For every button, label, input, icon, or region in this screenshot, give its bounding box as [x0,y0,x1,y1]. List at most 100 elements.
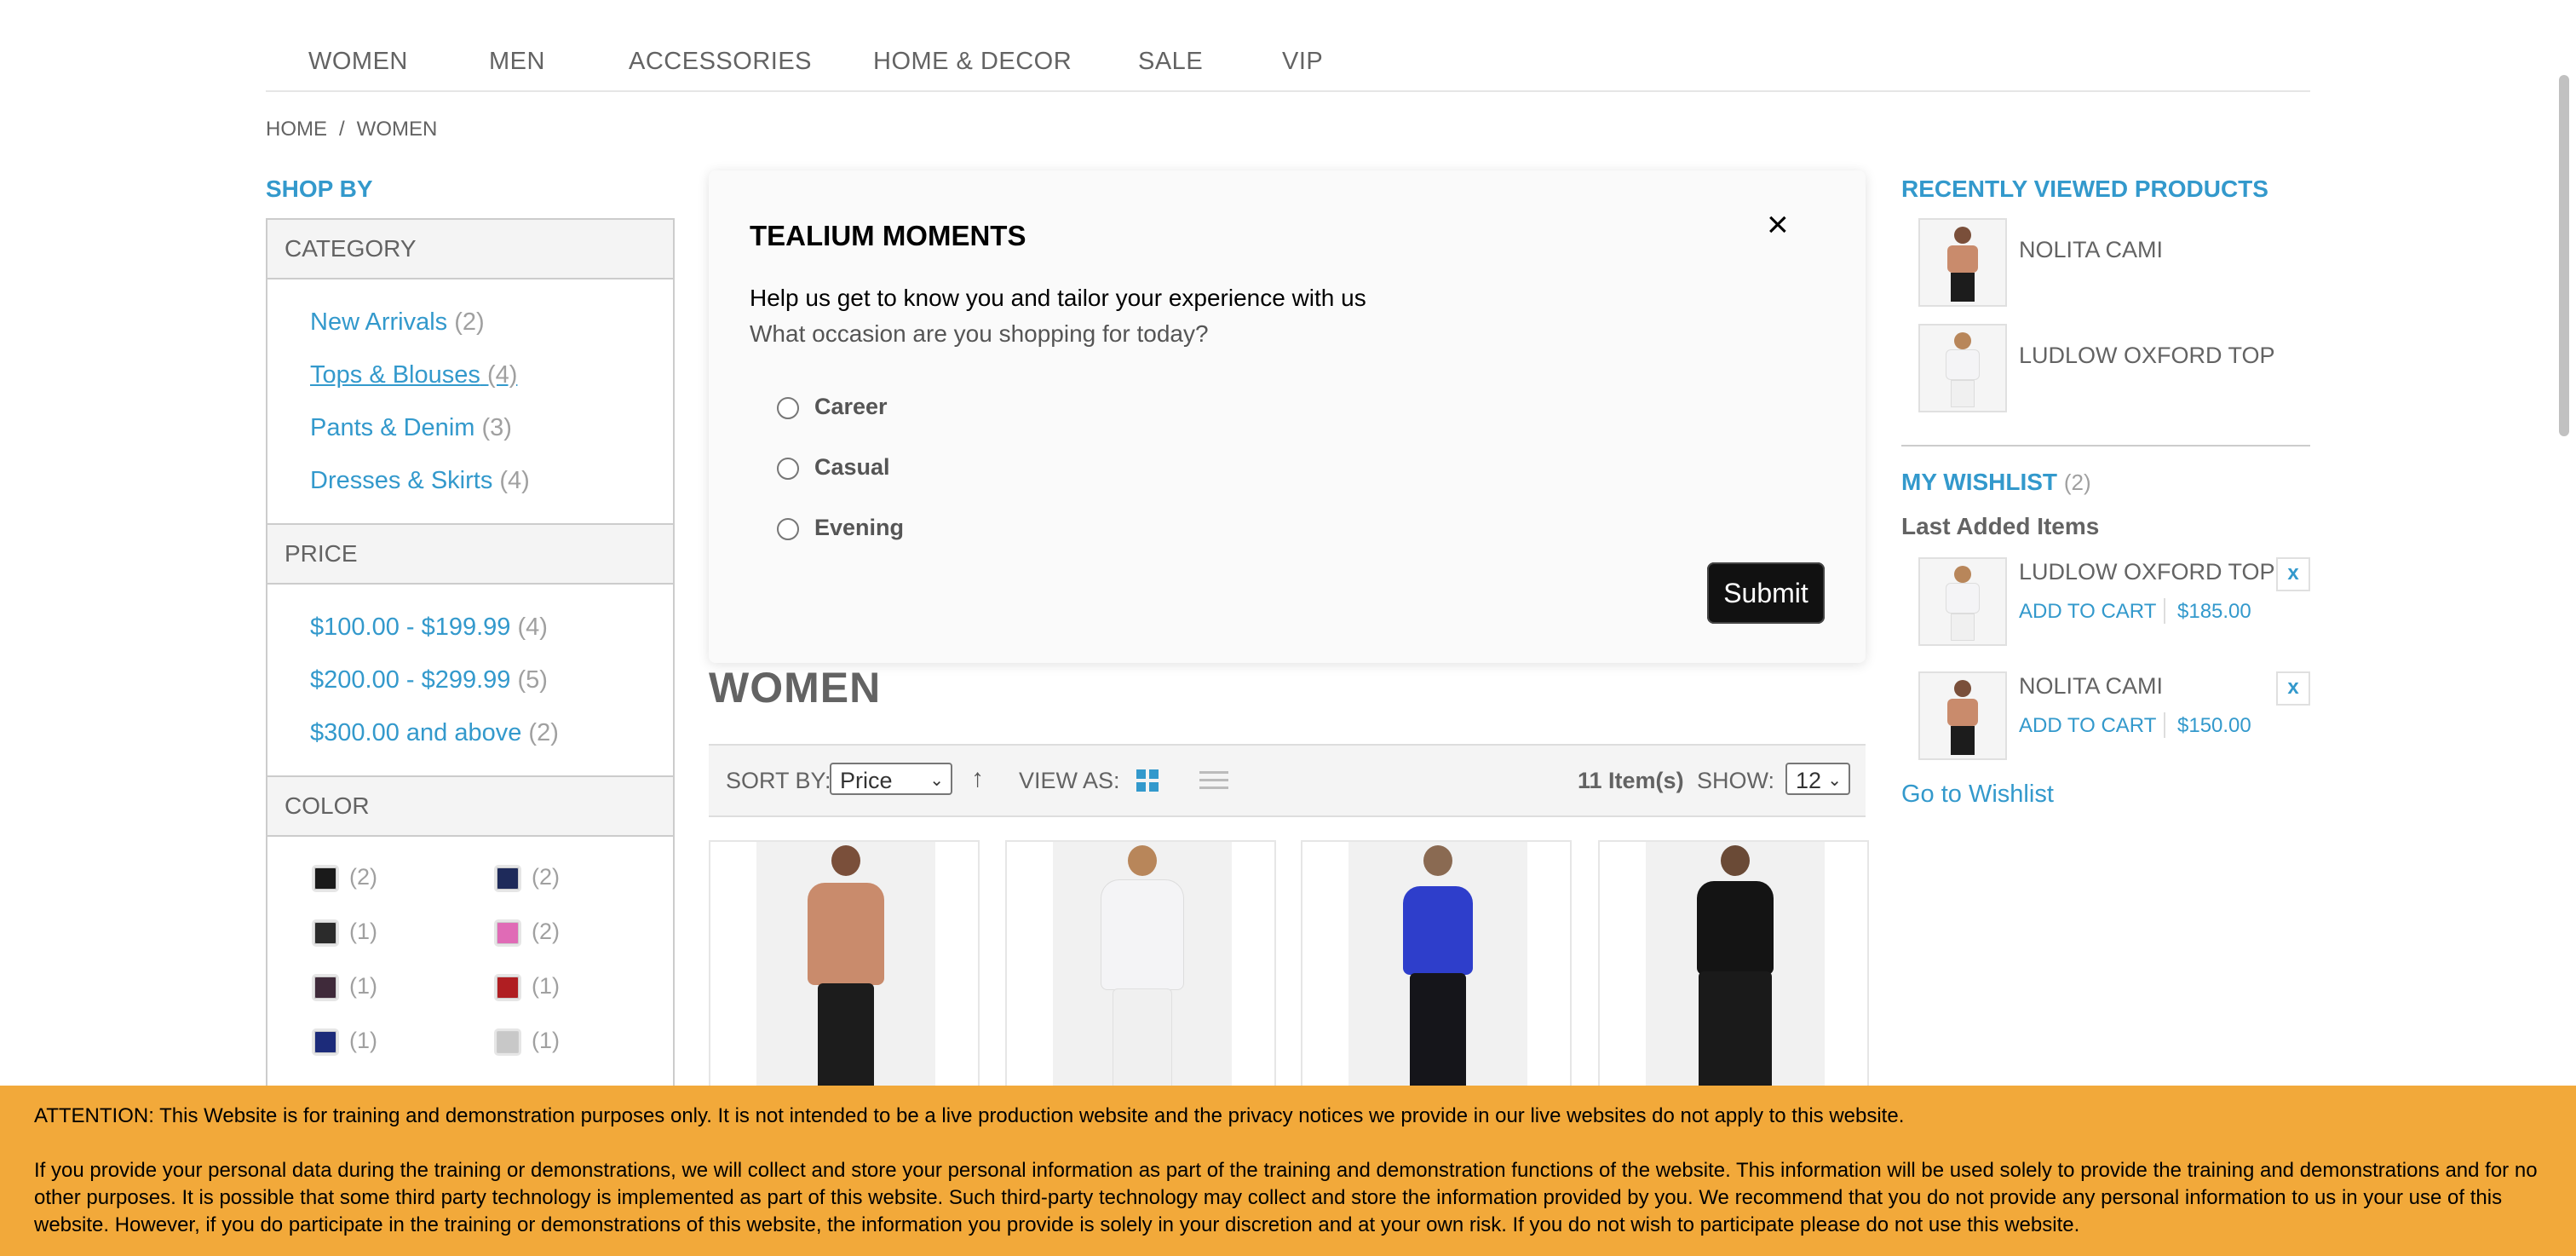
filter-count: (5) [517,666,548,694]
filter-price-300-plus[interactable]: $300.00 and above (2) [310,719,559,747]
color-swatch[interactable]: (1) [494,1028,560,1056]
filter-label: Tops & Blouses [310,361,480,389]
wishlist-item-name[interactable]: LUDLOW OXFORD TOP [2019,559,2275,585]
add-to-cart-link[interactable]: ADD TO CART [2019,714,2156,738]
radio-button[interactable] [777,457,799,480]
color-swatch[interactable]: (1) [312,919,377,947]
show-select[interactable]: 12 ⌄ [1785,763,1850,795]
recently-viewed-thumb[interactable] [1918,324,2007,412]
filter-count: (4) [486,361,518,389]
sort-value: Price [840,768,893,793]
notice-line-1: ATTENTION: This Website is for training … [34,1104,1905,1127]
swatch-count: (2) [532,919,560,944]
breadcrumb: HOME / WOMEN [266,118,437,141]
nav-women[interactable]: WOMEN [308,48,408,76]
color-swatch[interactable]: (2) [494,864,560,892]
nav-accessories[interactable]: ACCESSORIES [629,48,812,76]
recently-viewed-title: RECENTLY VIEWED PRODUCTS [1901,176,2268,202]
list-view-icon[interactable] [1198,768,1230,793]
color-heading[interactable]: COLOR [267,775,673,837]
wishlist-subtitle: Last Added Items [1901,513,2100,539]
view-as-label: VIEW AS: [1019,768,1120,793]
sort-select[interactable]: Price ⌄ [830,763,952,795]
color-swatch[interactable]: (1) [312,1028,377,1056]
swatch-count: (1) [349,919,377,944]
grid-view-icon[interactable] [1135,768,1160,793]
filter-new-arrivals[interactable]: New Arrivals (2) [310,308,485,337]
option-career[interactable]: Career [777,394,888,420]
option-label: Casual [814,454,890,480]
close-icon[interactable]: × [1767,206,1789,244]
scrollbar[interactable] [2559,75,2569,436]
product-card[interactable] [1598,840,1869,1099]
divider [1901,445,2310,447]
color-swatch[interactable]: (2) [494,919,560,947]
go-to-wishlist-link[interactable]: Go to Wishlist [1901,781,2054,809]
remove-button[interactable]: x [2276,557,2310,591]
price-heading[interactable]: PRICE [267,523,673,585]
remove-button[interactable]: x [2276,671,2310,706]
filter-tops-blouses[interactable]: Tops & Blouses (4) [310,361,517,389]
modal-question: What occasion are you shopping for today… [750,320,1209,347]
product-image[interactable] [1053,842,1232,1098]
wishlist-item-price: $150.00 [2177,714,2251,737]
filter-label: $100.00 - $199.99 [310,614,511,641]
color-swatch[interactable]: (1) [312,973,377,1001]
product-card[interactable] [1301,840,1572,1099]
option-evening[interactable]: Evening [777,515,904,541]
color-swatch[interactable]: (2) [312,864,377,892]
swatch-chip [494,919,521,947]
wishlist-item-name[interactable]: NOLITA CAMI [2019,673,2163,700]
wishlist-thumb[interactable] [1918,671,2007,760]
recently-viewed-name[interactable]: LUDLOW OXFORD TOP [2019,343,2275,369]
wishlist-title[interactable]: MY WISHLIST [1901,469,2057,495]
swatch-count: (1) [349,973,377,999]
add-to-cart-link[interactable]: ADD TO CART [2019,600,2156,624]
wishlist-thumb[interactable] [1918,557,2007,646]
divider [2164,712,2165,738]
product-card[interactable] [1005,840,1276,1099]
option-casual[interactable]: Casual [777,454,890,481]
filter-dresses-skirts[interactable]: Dresses & Skirts (4) [310,467,530,495]
breadcrumb-home[interactable]: HOME [266,118,327,141]
recently-viewed-thumb[interactable] [1918,218,2007,307]
wishlist-header: MY WISHLIST (2) [1901,469,2091,496]
item-count: 11 Item(s) [1578,768,1684,793]
filter-label: New Arrivals [310,308,448,336]
radio-button[interactable] [777,396,799,419]
shop-by-title: SHOP BY [266,176,373,202]
sort-direction-icon[interactable]: ↑ [971,764,984,793]
submit-button[interactable]: Submit [1707,562,1825,624]
product-image[interactable] [1348,842,1527,1098]
product-image[interactable] [756,842,935,1098]
category-heading[interactable]: CATEGORY [267,218,673,279]
chevron-down-icon: ⌄ [929,771,944,790]
option-label: Career [814,394,888,419]
swatch-count: (1) [349,1028,377,1053]
recently-viewed-name[interactable]: NOLITA CAMI [2019,237,2163,263]
nav-men[interactable]: MEN [489,48,545,76]
filter-count: (3) [481,414,512,441]
swatch-chip [494,973,521,1001]
nav-home-decor[interactable]: HOME & DECOR [873,48,1072,76]
product-card[interactable] [709,840,980,1099]
breadcrumb-current: WOMEN [356,118,438,141]
swatch-count: (1) [532,973,560,999]
swatch-chip [494,1028,521,1056]
swatch-chip [312,864,339,892]
swatch-count: (2) [532,864,560,890]
filter-pants-denim[interactable]: Pants & Denim (3) [310,414,512,442]
color-swatch[interactable]: (1) [494,973,560,1001]
demo-notice-banner: ATTENTION: This Website is for training … [0,1086,2576,1256]
filter-label: $200.00 - $299.99 [310,666,511,694]
nav-vip[interactable]: VIP [1282,48,1323,76]
radio-button[interactable] [777,517,799,540]
filter-count: (4) [499,467,530,494]
main-nav: WOMEN MEN ACCESSORIES HOME & DECOR SALE … [266,41,2310,92]
product-image[interactable] [1646,842,1825,1098]
nav-sale[interactable]: SALE [1138,48,1203,76]
filter-price-100-199[interactable]: $100.00 - $199.99 (4) [310,614,548,642]
breadcrumb-separator: / [339,118,345,141]
filter-price-200-299[interactable]: $200.00 - $299.99 (5) [310,666,548,694]
swatch-chip [494,864,521,892]
